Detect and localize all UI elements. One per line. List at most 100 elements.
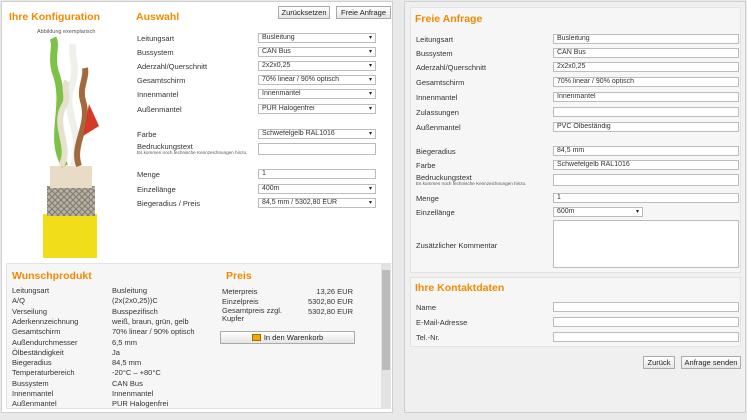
select-innenmantel[interactable]: Innenmantel ▾ — [258, 89, 376, 99]
row-value: Innenmantel — [112, 389, 154, 398]
note-bedruckungstext: Es kommen noch technische Kennzeichnunge… — [137, 150, 248, 155]
row-key: Gesamtschirm — [12, 327, 61, 337]
config-title: Ihre Konfiguration — [9, 11, 100, 23]
row-value: 70% linear / 90% optisch — [112, 327, 195, 337]
label-gesamtschirm: Gesamtschirm — [416, 78, 465, 87]
row-value: weiß, braun, grün, gelb — [112, 316, 189, 326]
input-aussenmantel[interactable]: PVC Ölbeständig — [553, 122, 739, 132]
summary-scrollbar[interactable] — [381, 264, 390, 408]
row-key: Temperaturbereich — [12, 368, 75, 378]
input-gesamtschirm[interactable]: 70% linear / 90% optisch — [553, 77, 739, 87]
input-bussystem[interactable]: CAN Bus — [553, 48, 739, 58]
free-request-panel: Freie Anfrage Leitungsart Busleitung Bus… — [404, 1, 746, 413]
totalprice-value: 5302,80 EUR — [307, 307, 353, 316]
row-key: Ölbeständigkeit — [12, 347, 64, 357]
input-farbe[interactable]: Schwefelgelb RAL1016 — [553, 160, 739, 170]
cable-image: Abbildung exemplarisch — [7, 26, 126, 258]
input-aderzahl[interactable]: 2x2x0,25 — [553, 62, 739, 72]
row-key: Innenmantel — [12, 389, 54, 398]
label-biegeradius: Biegeradius / Preis — [137, 199, 200, 208]
input-tel[interactable] — [553, 332, 739, 342]
input-bedruckungstext[interactable] — [258, 143, 376, 155]
scrollbar-thumb[interactable] — [382, 270, 390, 370]
chevron-down-icon: ▾ — [368, 200, 372, 206]
table-row: A/Q (2x(2x0,25))C — [12, 296, 212, 306]
label-aderzahl: Aderzahl/Querschnitt — [137, 62, 208, 71]
select-biegeradius[interactable]: 84,5 mm / 5302,80 EUR ▾ — [258, 198, 376, 208]
row-value: CAN Bus — [112, 378, 143, 388]
select-aderzahl[interactable]: 2x2x0,25 ▾ — [258, 61, 376, 71]
table-row: Gesamtschirm 70% linear / 90% optisch — [12, 327, 212, 337]
row-key: A/Q — [12, 296, 25, 306]
meterprice-label: Meterpreis — [222, 287, 258, 296]
reset-button[interactable]: Zurücksetzen — [278, 6, 330, 19]
table-row: Bussystem CAN Bus — [12, 379, 212, 389]
input-zulassungen[interactable] — [553, 107, 739, 117]
table-row: Leitungsart Busleitung — [12, 286, 212, 296]
input-bedruckungstext[interactable] — [553, 174, 739, 186]
label-name: Name — [416, 303, 437, 312]
chevron-down-icon: ▾ — [368, 186, 372, 192]
cable-illustration — [43, 36, 99, 258]
label-email: E-Mail-Adresse — [416, 318, 468, 327]
label-leitungsart: Leitungsart — [416, 35, 454, 44]
table-row: Außendurchmesser 6,5 mm — [12, 338, 212, 348]
row-key: Biegeradius — [12, 358, 52, 368]
input-email[interactable] — [553, 317, 739, 327]
send-request-button[interactable]: Anfrage senden — [681, 356, 741, 369]
input-biegeradius[interactable]: 84,5 mm — [553, 146, 739, 156]
label-kommentar: Zusätzlicher Kommentar — [416, 241, 498, 250]
label-biegeradius: Biegeradius — [416, 147, 456, 156]
row-key: Außenmantel — [12, 399, 57, 409]
input-menge[interactable]: 1 — [553, 193, 739, 203]
contact-title: Ihre Kontaktdaten — [415, 282, 505, 294]
table-row: Temperaturbereich -20°C – +80°C — [12, 368, 212, 378]
row-key: Bussystem — [12, 378, 49, 388]
select-gesamtschirm[interactable]: 70% linear / 90% optisch ▾ — [258, 75, 376, 85]
input-menge[interactable]: 1 — [258, 169, 376, 179]
input-name[interactable] — [553, 302, 739, 312]
select-farbe[interactable]: Schwefelgelb RAL1016 ▾ — [258, 129, 376, 139]
label-bussystem: Bussystem — [137, 48, 174, 57]
input-leitungsart[interactable]: Busleitung — [553, 34, 739, 44]
input-innenmantel[interactable]: Innenmantel — [553, 92, 739, 102]
product-summary: Wunschprodukt Leitungsart Busleitung A/Q (2… — [6, 263, 391, 409]
free-request-button[interactable]: Freie Anfrage — [336, 6, 391, 19]
select-leitungsart[interactable]: Busleitung ▾ — [258, 33, 376, 43]
cart-icon — [251, 333, 261, 341]
row-key: Leitungsart — [12, 286, 50, 295]
totalprice-label: Gesamtpreis zzgl. Kupfer — [222, 306, 283, 323]
contact-form: Ihre Kontaktdaten Name E-Mail-Adresse Te… — [410, 277, 741, 347]
chevron-down-icon: ▾ — [368, 106, 372, 112]
row-key: Verseilung — [12, 306, 48, 316]
back-button[interactable]: Zurück — [643, 356, 675, 369]
select-einzellaenge[interactable]: 400m ▾ — [258, 184, 376, 194]
singleprice-label: Einzelpreis — [222, 297, 259, 306]
chevron-down-icon: ▾ — [368, 131, 372, 137]
row-value: PUR Halogenfrei — [112, 399, 169, 409]
textarea-kommentar[interactable] — [553, 220, 739, 268]
row-value: Ja — [112, 347, 120, 357]
select-bussystem[interactable]: CAN Bus ▾ — [258, 47, 376, 57]
table-row: Verseilung Busspezifisch — [12, 307, 212, 317]
select-aussenmantel[interactable]: PUR Halogenfrei ▾ — [258, 104, 376, 114]
note-bedruckungstext: Es kommen noch technische Kennzeichnunge… — [416, 181, 527, 186]
label-farbe: Farbe — [416, 161, 436, 170]
chevron-down-icon: ▾ — [368, 77, 372, 83]
label-menge: Menge — [416, 194, 439, 203]
label-einzellaenge: Einzellänge — [416, 208, 455, 217]
selection-title: Auswahl — [136, 11, 180, 23]
row-value: 6,5 mm — [112, 337, 138, 347]
label-bussystem: Bussystem — [416, 49, 453, 58]
select-einzellaenge[interactable]: 600m ▾ — [553, 207, 643, 217]
table-row: Aderkennzeichnung weiß, braun, grün, gelb — [12, 317, 212, 327]
meterprice-value: 13,26 EUR — [316, 287, 353, 296]
singleprice-value: 5302,80 EUR — [307, 297, 353, 306]
label-farbe: Farbe — [137, 130, 157, 139]
label-leitungsart: Leitungsart — [137, 34, 175, 43]
row-value: -20°C – +80°C — [112, 368, 161, 378]
chevron-down-icon: ▾ — [368, 35, 372, 41]
product-title: Wunschprodukt — [12, 270, 92, 282]
label-tel: Tel.-Nr. — [416, 333, 440, 342]
add-to-cart-button[interactable]: In den Warenkorb — [220, 331, 355, 344]
